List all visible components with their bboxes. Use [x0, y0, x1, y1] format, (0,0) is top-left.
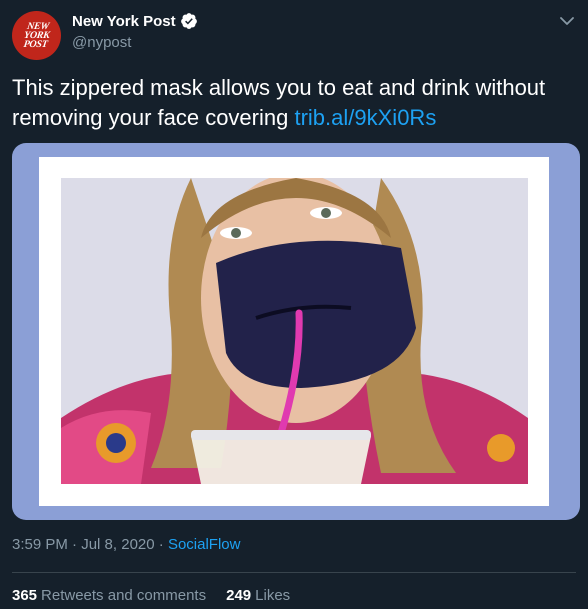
- likes-stat[interactable]: 249 Likes: [226, 587, 290, 604]
- logo-line-3: POST: [22, 39, 48, 50]
- tweet-time[interactable]: 3:59 PM: [12, 536, 68, 553]
- nypost-logo: NEW YORK POST: [22, 21, 51, 50]
- tweet-media[interactable]: [12, 143, 580, 520]
- author-display-name[interactable]: New York Post: [72, 12, 198, 30]
- retweets-count: 365: [12, 587, 38, 604]
- divider: [12, 572, 576, 573]
- retweets-label: Retweets and comments: [41, 587, 207, 604]
- tweet-source[interactable]: SocialFlow: [168, 536, 241, 553]
- chevron-down-icon: [560, 17, 574, 25]
- meta-separator: ·: [154, 536, 168, 553]
- likes-count: 249: [226, 587, 252, 604]
- tweet-link[interactable]: trib.al/9kXi0Rs: [294, 105, 436, 130]
- tweet-text: This zippered mask allows you to eat and…: [12, 73, 578, 133]
- retweets-stat[interactable]: 365 Retweets and comments: [12, 587, 206, 604]
- verified-badge-icon: [180, 13, 197, 29]
- tweet-stats: 365 Retweets and comments 249 Likes: [12, 587, 290, 604]
- meta-separator: ·: [67, 536, 82, 553]
- likes-label: Likes: [255, 587, 291, 604]
- photo-frame: [39, 157, 549, 506]
- tweet-photo: [61, 178, 528, 484]
- tweet-body: This zippered mask allows you to eat and…: [12, 75, 546, 130]
- tweet-options-button[interactable]: [558, 12, 576, 30]
- avatar[interactable]: NEW YORK POST: [12, 11, 61, 60]
- tweet-meta: 3:59 PM · Jul 8, 2020 · SocialFlow: [12, 536, 240, 553]
- tweet-date[interactable]: Jul 8, 2020: [81, 536, 154, 553]
- author-handle[interactable]: @nypost: [72, 34, 131, 51]
- author-name-text: New York Post: [72, 12, 176, 30]
